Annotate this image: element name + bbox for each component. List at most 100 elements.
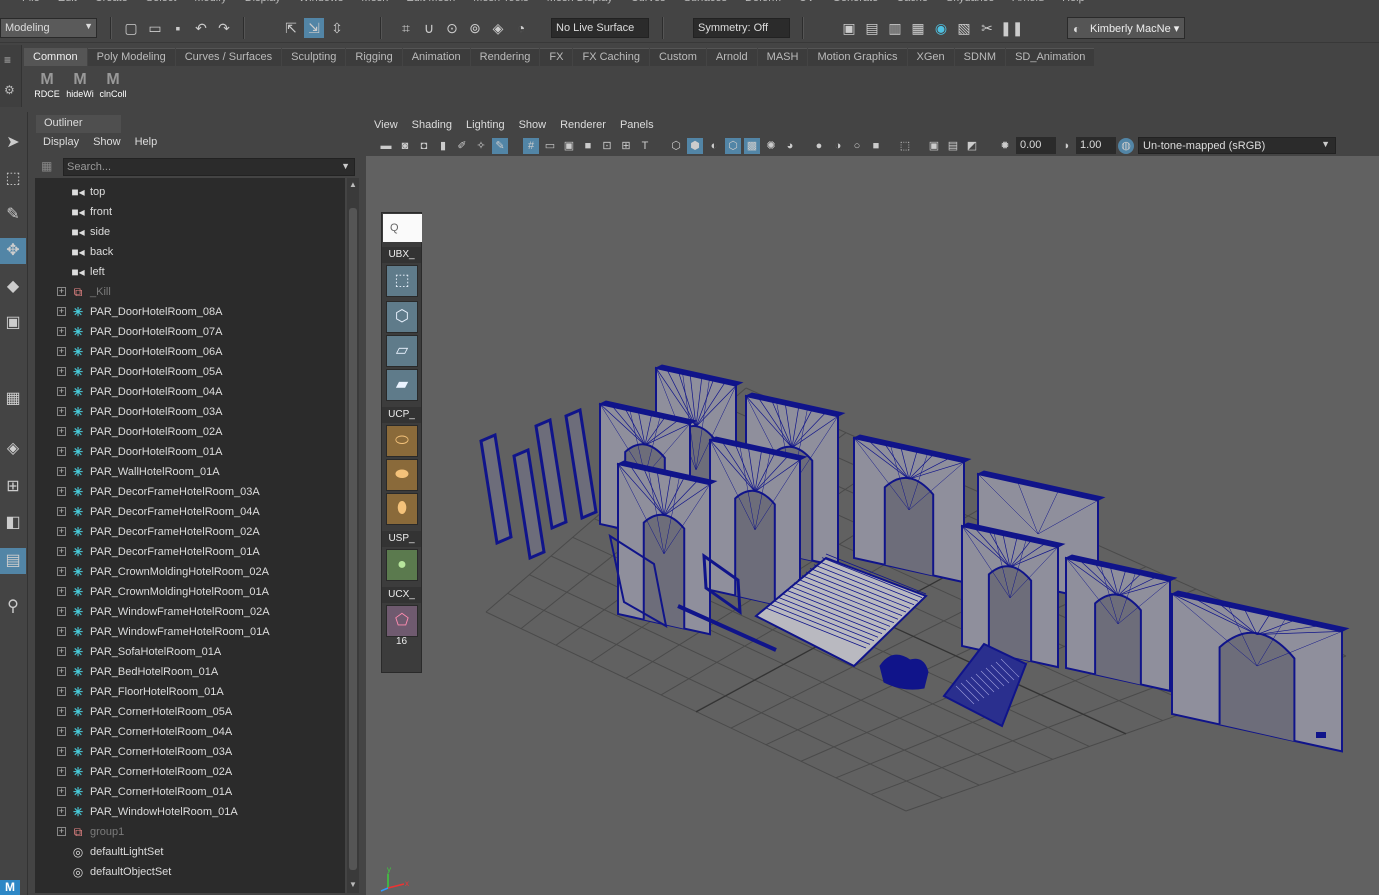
undo-icon[interactable]: ↶ [191, 18, 211, 38]
camera-sequencer-icon[interactable]: ✂ [977, 18, 997, 38]
gamma-field[interactable]: 1.00 [1076, 137, 1116, 154]
paint-select-tool-icon[interactable]: ✎ [0, 202, 26, 228]
exposure-field[interactable]: 0.00 [1016, 137, 1056, 154]
uv-search-field[interactable]: Q [383, 214, 422, 242]
resolution-gate-icon[interactable]: ▣ [561, 138, 577, 154]
shelf-tab[interactable]: Common [24, 48, 87, 66]
shadows-icon[interactable]: ◕ [782, 138, 798, 154]
outliner-menu-item[interactable]: Show [93, 136, 121, 148]
expand-icon[interactable]: + [57, 807, 66, 816]
outliner-item[interactable]: + ⧉ group1 [35, 822, 345, 842]
shelf-tab[interactable]: Motion Graphics [808, 48, 907, 66]
menu-icon[interactable]: ≡ [4, 53, 11, 67]
expand-icon[interactable]: + [57, 507, 66, 516]
expand-icon[interactable]: + [57, 387, 66, 396]
chevron-down-icon[interactable]: ▼ [341, 161, 350, 171]
outliner-item[interactable]: ■◂ top [35, 182, 345, 202]
render-view-icon[interactable]: ▧ [954, 18, 974, 38]
menu-item[interactable]: Mesh [361, 0, 388, 6]
exposure-icon[interactable]: ✹ [997, 138, 1013, 154]
menu-item[interactable]: Generate [832, 0, 878, 6]
perspective-viewport[interactable] [366, 156, 1379, 895]
shelf-options[interactable]: ≡ ⚙ [0, 45, 22, 107]
outliner-menu-item[interactable]: Help [135, 136, 158, 148]
menu-item[interactable]: File [22, 0, 40, 6]
mode-selector[interactable]: Modeling ▼ [0, 18, 97, 38]
expand-icon[interactable]: + [57, 307, 66, 316]
shelf-tab[interactable]: FX [540, 48, 573, 66]
ucp-capsule-flat-icon[interactable]: ⬮ [386, 493, 418, 525]
expand-icon[interactable]: + [57, 467, 66, 476]
open-scene-icon[interactable]: ▭ [145, 18, 165, 38]
outliner-search-input[interactable]: Search... ▼ [63, 158, 355, 176]
outliner-item[interactable]: + ✳ PAR_CornerHotelRoom_03A [35, 742, 345, 762]
layout-outliner-icon[interactable]: ▤ [0, 548, 26, 574]
menu-item[interactable]: Cache [896, 0, 928, 6]
outliner-item[interactable]: + ✳ PAR_CornerHotelRoom_01A [35, 782, 345, 802]
outliner-item[interactable]: + ✳ PAR_CornerHotelRoom_02A [35, 762, 345, 782]
shelf-button[interactable]: M RDCE [32, 71, 62, 101]
outliner-item[interactable]: + ✳ PAR_DecorFrameHotelRoom_04A [35, 502, 345, 522]
rotate-tool-icon[interactable]: ◆ [0, 274, 26, 300]
shelf-button[interactable]: MhideWi [65, 71, 95, 101]
ubx-slab-icon[interactable]: ▱ [386, 335, 418, 367]
viewport-menu-item[interactable]: Renderer [560, 116, 606, 136]
outliner-item[interactable]: + ✳ PAR_SofaHotelRoom_01A [35, 642, 345, 662]
outliner-item[interactable]: + ✳ PAR_CrownMoldingHotelRoom_01A [35, 582, 345, 602]
outliner-item[interactable]: + ✳ PAR_DoorHotelRoom_05A [35, 362, 345, 382]
shelf-tab[interactable]: Sculpting [282, 48, 346, 66]
ucp-capsule-icon[interactable]: ⬭ [386, 425, 418, 457]
xray-icon[interactable]: ▣ [926, 138, 942, 154]
outliner-item[interactable]: + ✳ PAR_CornerHotelRoom_04A [35, 722, 345, 742]
select-object-icon[interactable]: ⇲ [304, 18, 324, 38]
gate-mask-icon[interactable]: ■ [580, 138, 596, 154]
save-scene-icon[interactable]: ▪ [168, 18, 188, 38]
menu-item[interactable]: Windows [299, 0, 344, 6]
expand-icon[interactable]: + [57, 587, 66, 596]
shelf-tab[interactable]: MASH [757, 48, 808, 66]
snap-grid-icon[interactable]: ⌗ [396, 18, 416, 38]
safe-action-icon[interactable]: ⊞ [618, 138, 634, 154]
select-hierarchy-icon[interactable]: ⇱ [281, 18, 301, 38]
shelf-tab[interactable]: XGen [907, 48, 954, 66]
menu-item[interactable]: Curves [631, 0, 666, 6]
scrollbar-thumb[interactable] [349, 208, 357, 870]
ucx-convex-icon[interactable]: ⬠ [386, 605, 418, 637]
shelf-tab[interactable]: Curves / Surfaces [175, 48, 282, 66]
lights-icon[interactable]: ✺ [763, 138, 779, 154]
filter-icon[interactable]: ▦ [41, 159, 55, 173]
outliner-item[interactable]: + ✳ PAR_DecorFrameHotelRoom_01A [35, 542, 345, 562]
bookmark-icon[interactable]: ◘ [416, 138, 432, 154]
menu-item[interactable]: Display [245, 0, 281, 6]
expand-icon[interactable]: + [57, 607, 66, 616]
outliner-item[interactable]: + ✳ PAR_DoorHotelRoom_07A [35, 322, 345, 342]
ubx-cube-icon[interactable]: ⬡ [386, 301, 418, 333]
outliner-item[interactable]: + ✳ PAR_DoorHotelRoom_04A [35, 382, 345, 402]
menu-item[interactable]: Edit Mesh [406, 0, 455, 6]
ambient-occlusion-icon[interactable]: ● [811, 138, 827, 154]
camera-select-icon[interactable]: ▬ [378, 138, 394, 154]
wireframe-icon[interactable]: ⬡ [668, 138, 684, 154]
hypershade-icon[interactable]: ▦ [908, 18, 928, 38]
usp-sphere-icon[interactable]: ● [386, 549, 418, 581]
anti-aliasing-icon[interactable]: ○ [849, 138, 865, 154]
two-d-pan-icon[interactable]: ✧ [473, 138, 489, 154]
shelf-tab[interactable]: Rigging [346, 48, 402, 66]
new-scene-icon[interactable]: ▢ [121, 18, 141, 38]
menu-item[interactable]: Mesh Tools [473, 0, 528, 6]
menu-item[interactable]: Skydance [946, 0, 994, 6]
outliner-item[interactable]: ■◂ side [35, 222, 345, 242]
outliner-item[interactable]: + ✳ PAR_DecorFrameHotelRoom_02A [35, 522, 345, 542]
grid-icon[interactable]: # [523, 138, 539, 154]
snap-view-plane-icon[interactable]: ◈ [488, 18, 508, 38]
layout-four-icon[interactable]: ◈ [0, 436, 26, 462]
outliner-item[interactable]: ◎ defaultObjectSet [35, 862, 345, 882]
outliner-item[interactable]: + ✳ PAR_WindowFrameHotelRoom_01A [35, 622, 345, 642]
outliner-item[interactable]: ■◂ back [35, 242, 345, 262]
shelf-tab[interactable]: FX Caching [573, 48, 649, 66]
outliner-item[interactable]: ◎ defaultLightSet [35, 842, 345, 862]
menu-item[interactable]: UV [799, 0, 814, 6]
textured-icon[interactable]: ▩ [744, 138, 760, 154]
outliner-scrollbar[interactable]: ▲ ▼ [347, 178, 359, 893]
expand-icon[interactable]: + [57, 747, 66, 756]
